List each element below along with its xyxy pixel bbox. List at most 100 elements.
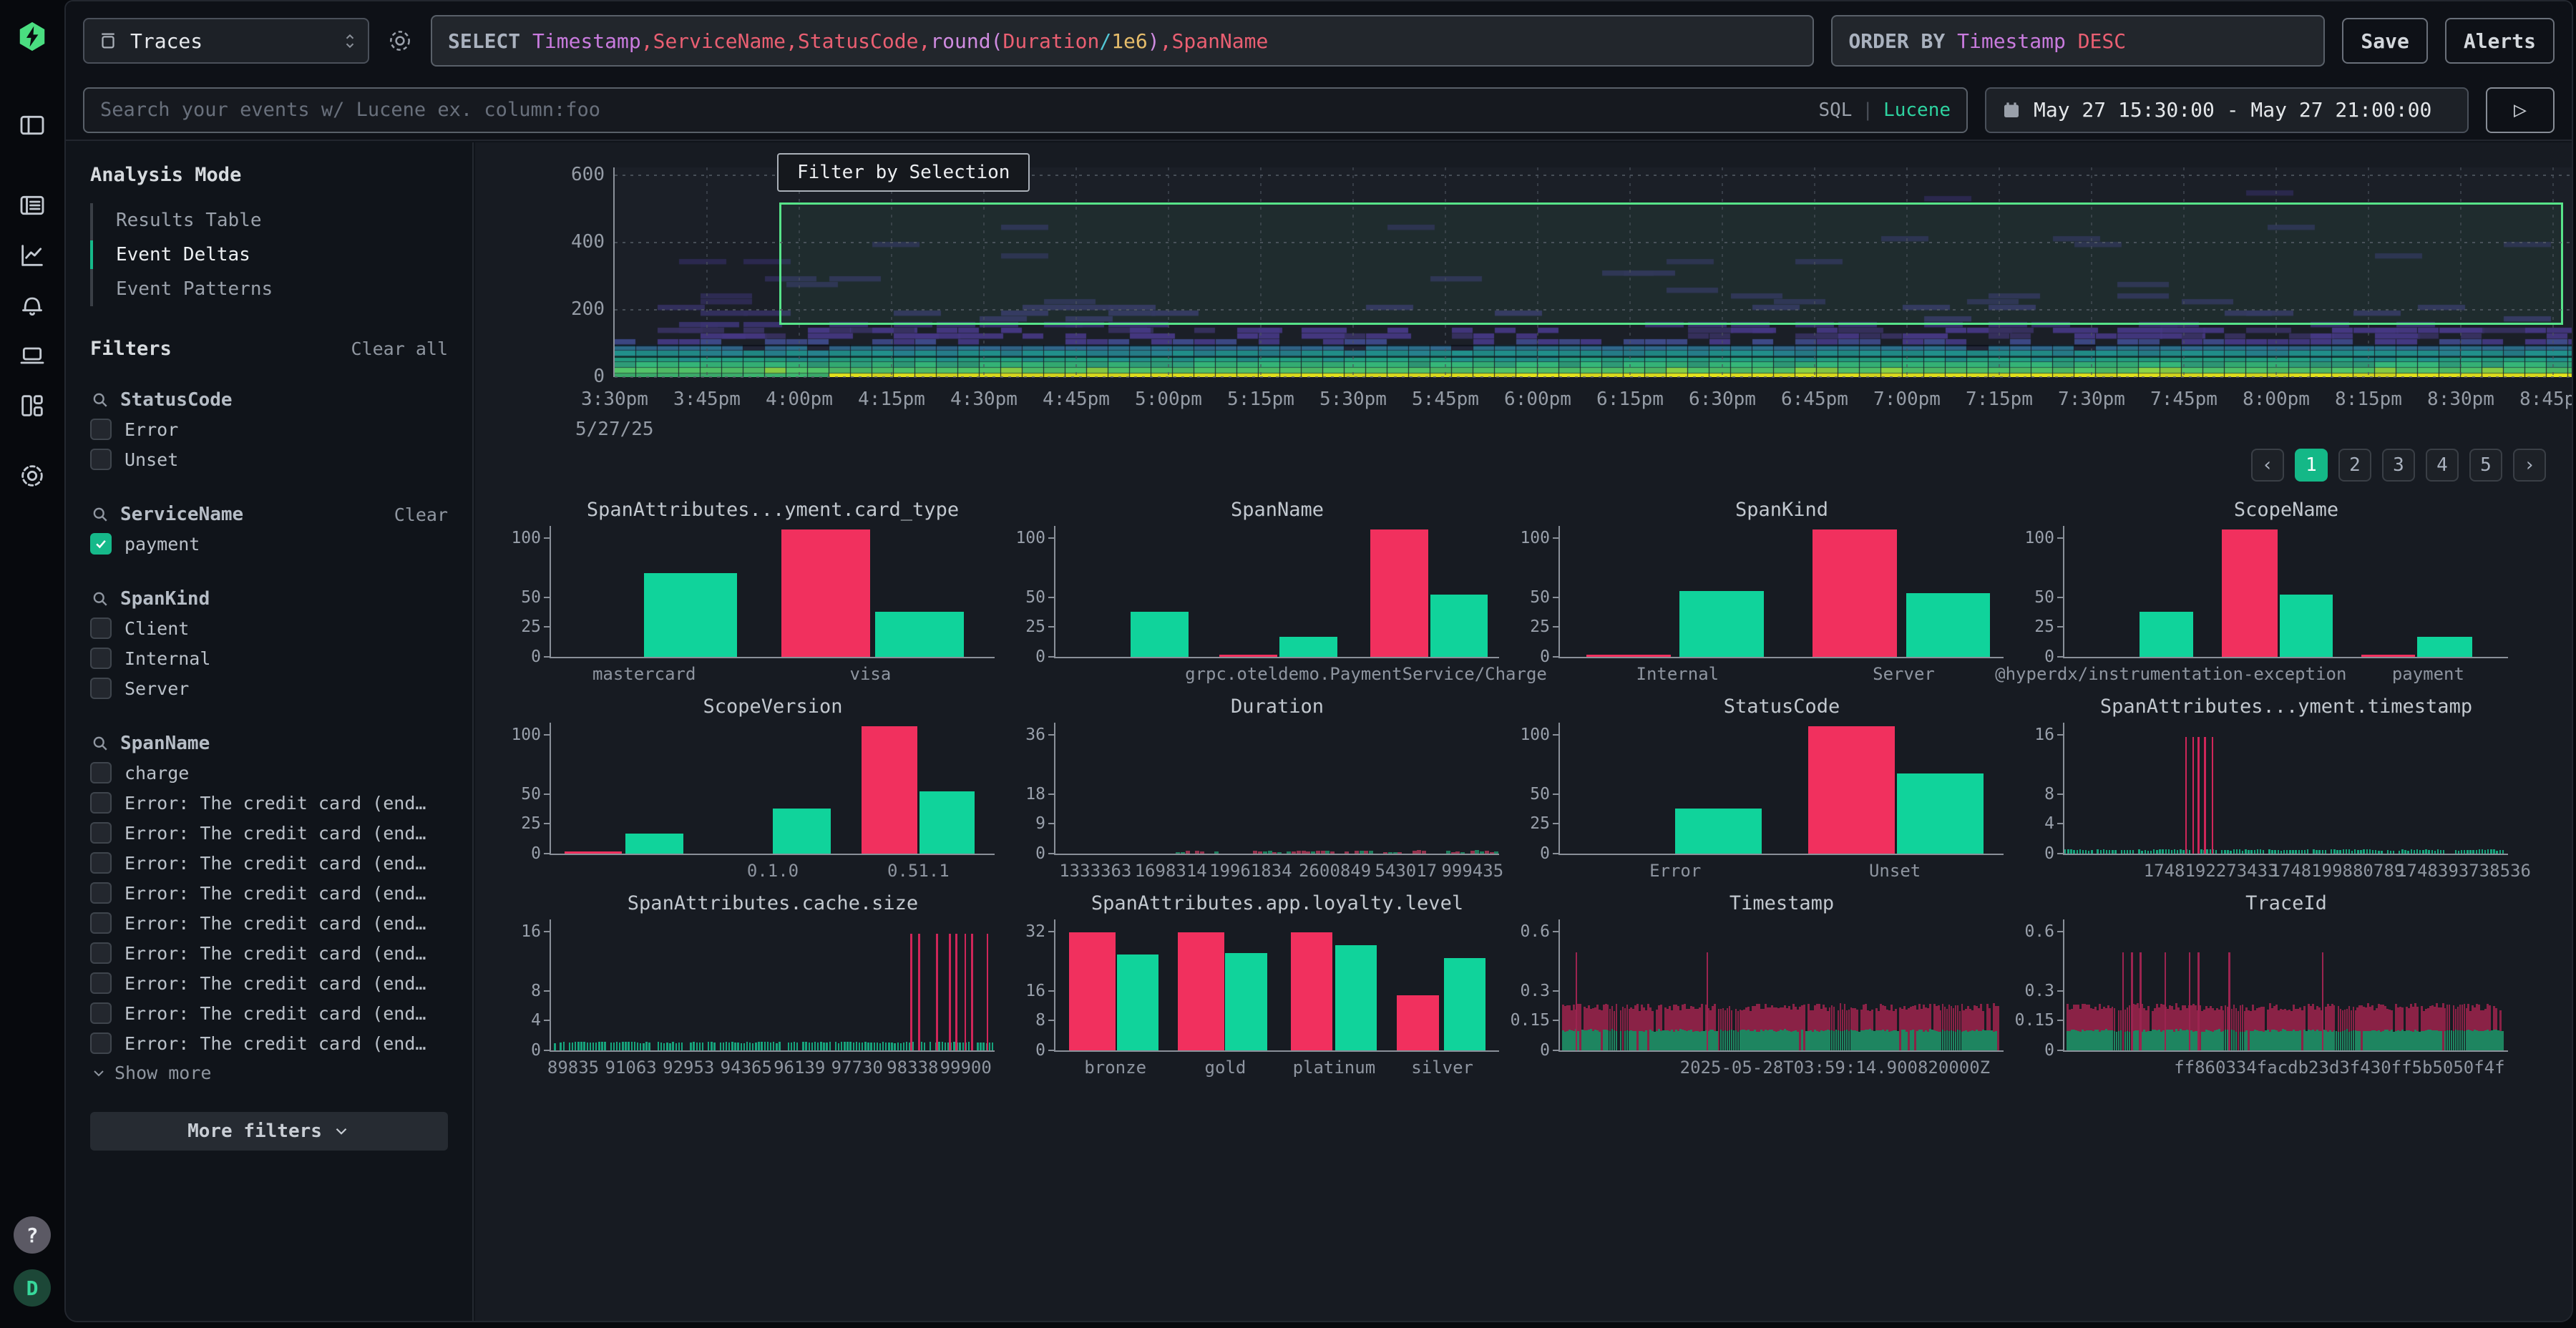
search-input[interactable]: Search your events w/ Lucene ex. column:…	[83, 87, 1968, 133]
dashboards-icon[interactable]	[16, 389, 49, 422]
bar	[1997, 1006, 1999, 1050]
checkbox-checked[interactable]	[90, 533, 112, 555]
analysis-mode-item-results-table[interactable]: Results Table	[93, 203, 448, 238]
checkbox[interactable]	[90, 1002, 112, 1024]
checkbox[interactable]	[90, 792, 112, 814]
timeline-ytick: 200	[547, 298, 605, 320]
search-icon[interactable]	[90, 390, 110, 410]
filter-option[interactable]: Error: The credit card (end…	[90, 938, 448, 968]
checkbox[interactable]	[90, 912, 112, 934]
mini-chart-spanattributes-cache-size[interactable]: SpanAttributes.cache.size048168983591063…	[502, 892, 996, 1073]
checkbox[interactable]	[90, 678, 112, 699]
alerts-bell-icon[interactable]	[16, 289, 49, 322]
clear-group-link[interactable]: Clear	[394, 504, 448, 525]
checkbox[interactable]	[90, 617, 112, 639]
mini-chart-spanattributes-app-loyalty-level[interactable]: SpanAttributes.app.loyalty.level081632br…	[1007, 892, 1501, 1073]
mini-chart-title: StatusCode	[1511, 695, 2005, 723]
hyperdx-logo[interactable]	[16, 20, 49, 53]
analysis-mode-item-event-deltas[interactable]: Event Deltas	[93, 238, 448, 272]
bar	[987, 934, 989, 1050]
bar	[894, 1043, 895, 1050]
filter-option[interactable]: Error	[90, 414, 448, 444]
mini-chart-statuscode[interactable]: StatusCode02550100ErrorUnset	[1511, 695, 2005, 877]
mini-chart-plot: 02550100grpc.oteldemo.PaymentService/Cha…	[1054, 526, 1499, 658]
page-button-2[interactable]: 2	[2338, 449, 2371, 482]
page-button-5[interactable]: 5	[2469, 449, 2502, 482]
checkbox[interactable]	[90, 648, 112, 669]
search-icon[interactable]	[90, 504, 110, 524]
date-range-picker[interactable]: May 27 15:30:00 - May 27 21:00:00	[1985, 87, 2469, 133]
checkbox[interactable]	[90, 419, 112, 440]
select-query-input[interactable]: SELECT Timestamp,ServiceName,StatusCode,…	[431, 15, 1814, 67]
filter-option[interactable]: Error: The credit card (end…	[90, 788, 448, 818]
help-button[interactable]: ?	[14, 1216, 51, 1254]
chart-explorer-icon[interactable]	[16, 239, 49, 272]
more-filters-button[interactable]: More filters	[90, 1112, 448, 1151]
page-button-4[interactable]: 4	[2426, 449, 2459, 482]
timeline-histogram[interactable]: Filter by Selection 5/27/25 60040020003:…	[613, 167, 2573, 377]
checkbox[interactable]	[90, 972, 112, 994]
clear-all-link[interactable]: Clear all	[351, 338, 448, 359]
checkbox[interactable]	[90, 852, 112, 874]
search-icon[interactable]	[90, 589, 110, 609]
checkbox[interactable]	[90, 1032, 112, 1054]
query-settings-gear-icon[interactable]	[386, 27, 414, 54]
checkbox[interactable]	[90, 762, 112, 783]
source-selector[interactable]: Traces	[83, 18, 369, 64]
run-query-button[interactable]: ▷	[2486, 87, 2555, 133]
mini-chart-spankind[interactable]: SpanKind02550100InternalServer	[1511, 499, 2005, 680]
alerts-button[interactable]: Alerts	[2445, 18, 2555, 64]
bar	[587, 1043, 588, 1050]
checkbox[interactable]	[90, 882, 112, 904]
mode-sql[interactable]: SQL	[1818, 99, 1852, 121]
checkbox[interactable]	[90, 822, 112, 844]
filter-option[interactable]: payment	[90, 529, 448, 559]
mini-chart-scopename[interactable]: ScopeName02550100@hyperdx/instrumentatio…	[2016, 499, 2509, 680]
filter-by-selection-tooltip[interactable]: Filter by Selection	[777, 153, 1030, 192]
mini-chart-spanname[interactable]: SpanName02550100grpc.oteldemo.PaymentSer…	[1007, 499, 1501, 680]
mini-chart-scopeversion[interactable]: ScopeVersion025501000.1.00.51.1	[502, 695, 996, 877]
filter-option[interactable]: Server	[90, 673, 448, 703]
logs-icon[interactable]	[16, 189, 49, 222]
mini-chart-spanattributes-yment-card-type[interactable]: SpanAttributes...yment.card_type02550100…	[502, 499, 996, 680]
tick-mark	[1553, 990, 1560, 992]
page-button-3[interactable]: 3	[2382, 449, 2415, 482]
mini-xtick-label: 89835	[547, 1058, 599, 1078]
mode-lucene[interactable]: Lucene	[1883, 99, 1951, 121]
filter-option[interactable]: Client	[90, 613, 448, 643]
bar	[1355, 851, 1359, 854]
filter-option[interactable]: Error: The credit card (end…	[90, 998, 448, 1028]
filter-option[interactable]: charge	[90, 758, 448, 788]
mini-chart-spanattributes-yment-timestamp[interactable]: SpanAttributes...yment.timestamp04816174…	[2016, 695, 2509, 877]
sessions-laptop-icon[interactable]	[16, 339, 49, 372]
show-more-link[interactable]: Show more	[90, 1063, 448, 1083]
search-icon[interactable]	[90, 733, 110, 753]
filter-option[interactable]: Error: The credit card (end…	[90, 968, 448, 998]
bar	[575, 1042, 576, 1050]
mini-chart-timestamp[interactable]: Timestamp00.150.30.62025-05-28T03:59:14.…	[1511, 892, 2005, 1073]
filter-option[interactable]: Error: The credit card (end…	[90, 878, 448, 908]
mini-chart-duration[interactable]: Duration09183613333631698314199618342600…	[1007, 695, 1501, 877]
filter-option[interactable]: Error: The credit card (end…	[90, 818, 448, 848]
checkbox[interactable]	[90, 449, 112, 470]
filter-option[interactable]: Error: The credit card (end…	[90, 848, 448, 878]
gridline	[1445, 167, 1446, 377]
page-next-button[interactable]: ›	[2513, 449, 2546, 482]
page-button-1[interactable]: 1	[2295, 449, 2328, 482]
filter-option[interactable]: Error: The credit card (end…	[90, 908, 448, 938]
timeline-selection[interactable]	[779, 202, 2563, 325]
page-prev-button[interactable]: ‹	[2251, 449, 2284, 482]
filter-option[interactable]: Unset	[90, 444, 448, 474]
filter-option[interactable]: Error: The credit card (end…	[90, 1028, 448, 1058]
save-button[interactable]: Save	[2342, 18, 2427, 64]
bar	[2339, 850, 2341, 854]
user-avatar[interactable]: D	[14, 1269, 51, 1307]
filter-option[interactable]: Internal	[90, 643, 448, 673]
gridline	[2368, 167, 2369, 377]
mini-chart-traceid[interactable]: TraceId00.150.30.6ff860334facdb23d3f430f…	[2016, 892, 2509, 1073]
settings-gear-icon[interactable]	[16, 459, 49, 492]
analysis-mode-item-event-patterns[interactable]: Event Patterns	[93, 272, 448, 306]
checkbox[interactable]	[90, 942, 112, 964]
order-by-input[interactable]: ORDER BY Timestamp DESC	[1831, 15, 2325, 67]
panel-toggle-icon[interactable]	[16, 109, 49, 142]
